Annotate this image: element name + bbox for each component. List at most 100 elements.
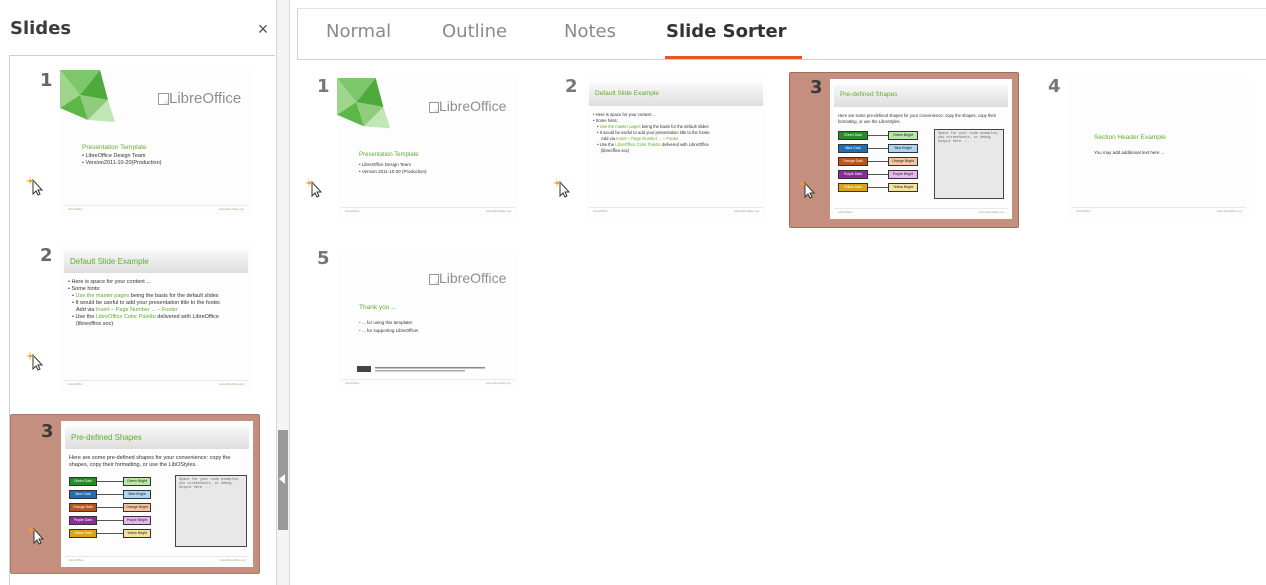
- slide-2-line-3: • Use the master pages being the basis f…: [597, 124, 709, 129]
- slide-number: 2: [565, 76, 578, 97]
- slides-list[interactable]: 1 LibreOffice Presentation Template • Li…: [9, 55, 275, 585]
- slide-3-content: Pre-defined Shapes Here are some pre-def…: [830, 79, 1012, 219]
- shape-orange-dark: Orange Dark: [69, 503, 97, 512]
- slide-thumbnail-1[interactable]: LibreOffice Presentation Template • Libr…: [60, 70, 252, 216]
- sorter-slide-5[interactable]: 5 LibreOffice Thank you ... • ... for us…: [297, 244, 527, 400]
- shape-yellow-bright: Yellow Bright: [888, 183, 918, 192]
- slide-thumbnail-2[interactable]: Default Slide Example • Here is space fo…: [60, 245, 252, 391]
- slide-pane-item-1[interactable]: 1 LibreOffice Presentation Template • Li…: [10, 64, 260, 224]
- chevron-left-icon[interactable]: [279, 474, 285, 484]
- slide-4-content: Section Header Example You may add addit…: [1068, 78, 1250, 218]
- license-badge: [357, 366, 485, 372]
- tab-notes[interactable]: Notes: [564, 21, 616, 42]
- cursor-sparkle-icon: [553, 178, 571, 198]
- slide-2-content: Default Slide Example • Here is space fo…: [585, 78, 767, 218]
- slide-footer: LibreOffice www.libreoffice.org: [341, 379, 515, 387]
- shape-blue-dark: Blue Dark: [838, 144, 868, 153]
- sorter-slide-2[interactable]: 2 Default Slide Example • Here is space …: [545, 72, 775, 228]
- cursor-sparkle-icon: [798, 179, 816, 199]
- slide-4-text: You may add additional text here ...: [1094, 150, 1165, 155]
- shape-orange-bright: Orange Bright: [123, 503, 151, 512]
- shape-yellow-bright: Yellow Bright: [123, 529, 151, 538]
- cursor-sparkle-icon: [27, 525, 45, 545]
- sorter-thumbnail-5[interactable]: LibreOffice Thank you ... • ... for usin…: [337, 250, 519, 390]
- slide-footer: LibreOffice www.libreoffice.org: [589, 207, 763, 215]
- slide-1-bullet-2: • Version2011-10-20(Production): [82, 160, 162, 166]
- slide-1-content: LibreOffice Presentation Template • Libr…: [337, 78, 519, 218]
- shape-blue-bright: Blue Bright: [123, 490, 151, 499]
- slide-footer: LibreOffice www.libreoffice.org: [834, 208, 1008, 216]
- shape-green-bright: Green Bright: [123, 477, 151, 486]
- slide-3-titlebar: Pre-defined Shapes: [65, 427, 249, 449]
- slide-number: 5: [317, 248, 330, 269]
- slide-pane-item-3[interactable]: 3 Pre-defined Shapes Here are some pre-d…: [10, 414, 260, 574]
- sorter-thumbnail-2[interactable]: Default Slide Example • Here is space fo…: [585, 78, 767, 218]
- slide-2-titlebar: Default Slide Example: [64, 251, 248, 273]
- slide-number: 3: [810, 77, 823, 98]
- code-example-box: Space for your code examples, you screen…: [934, 129, 1004, 199]
- sorter-slide-1[interactable]: 1 LibreOffice Presentation Template • Li…: [297, 72, 527, 228]
- slide-footer: LibreOffice www.libreoffice.org: [341, 207, 515, 215]
- slide-number: 2: [40, 245, 53, 266]
- slide-number: 4: [1048, 76, 1061, 97]
- shape-purple-dark: Purple Dark: [69, 516, 97, 525]
- slides-pane-title: Slides: [10, 18, 72, 39]
- slide-3-intro: Here are some pre-defined shapes for you…: [69, 455, 231, 468]
- cursor-sparkle-icon: [305, 178, 323, 198]
- slide-2-line-4: • It would be useful to add your present…: [597, 130, 711, 135]
- shape-orange-bright: Orange Bright: [888, 157, 918, 166]
- slide-5-bullet-2: • ... for supporting LibreOffice!: [359, 328, 419, 333]
- sorter-thumbnail-3[interactable]: Pre-defined Shapes Here are some pre-def…: [830, 79, 1012, 219]
- slide-2-line-2: • Some hints:: [68, 286, 101, 292]
- slide-5-content: LibreOffice Thank you ... • ... for usin…: [337, 250, 519, 390]
- sorter-thumbnail-4[interactable]: Section Header Example You may add addit…: [1068, 78, 1250, 218]
- slide-3-content: Pre-defined Shapes Here are some pre-def…: [61, 421, 253, 567]
- slide-2-line-5: Add via Insert – Page Number ... – Foote…: [601, 136, 679, 141]
- shape-blue-dark: Blue Dark: [69, 490, 97, 499]
- slide-3-titlebar: Pre-defined Shapes: [834, 85, 1008, 107]
- slide-1-bullet-2: • Version 2011-10-20 (Production): [359, 169, 427, 174]
- slide-2-line-7: (libreoffice.soc): [601, 148, 630, 153]
- slide-2-line-3: • Use the master pages being the basis f…: [72, 293, 219, 299]
- slide-footer: LibreOffice www.libreoffice.org: [64, 205, 248, 213]
- shape-green-dark: Green Dark: [69, 477, 97, 486]
- slide-1-bullet-1: • LibreOffice Design Team: [359, 162, 411, 167]
- tab-slide-sorter[interactable]: Slide Sorter: [666, 21, 787, 42]
- slide-2-line-5: Add via Insert – Page Number ... – Foote…: [76, 307, 178, 313]
- slide-2-line-4: • It would be useful to add your present…: [72, 300, 222, 306]
- shape-green-dark: Green Dark: [838, 131, 868, 140]
- libreoffice-logo: LibreOffice: [429, 270, 506, 286]
- slide-2-titlebar: Default Slide Example: [589, 84, 763, 106]
- sorter-slide-4[interactable]: 4 Section Header Example You may add add…: [1028, 72, 1258, 228]
- tab-normal[interactable]: Normal: [326, 21, 391, 42]
- shape-purple-dark: Purple Dark: [838, 170, 868, 179]
- slide-3-intro: Here are some pre-defined shapes for you…: [838, 113, 997, 124]
- shape-orange-dark: Orange Dark: [838, 157, 868, 166]
- slide-5-title: Thank you ...: [359, 304, 397, 311]
- slide-thumbnail-3[interactable]: Pre-defined Shapes Here are some pre-def…: [61, 421, 253, 567]
- close-icon[interactable]: ×: [254, 20, 272, 38]
- slide-2-line-2: • Some hints:: [593, 118, 618, 123]
- sorter-thumbnail-1[interactable]: LibreOffice Presentation Template • Libr…: [337, 78, 519, 218]
- slide-1-title: Presentation Template: [359, 152, 419, 158]
- slide-footer: LibreOffice www.libreoffice.org: [65, 556, 249, 564]
- slide-1-content: LibreOffice Presentation Template • Libr…: [60, 70, 252, 216]
- sorter-slide-3[interactable]: 3 Pre-defined Shapes Here are some pre-d…: [789, 72, 1019, 228]
- tab-outline[interactable]: Outline: [442, 21, 507, 42]
- shape-green-bright: Green Bright: [888, 131, 918, 140]
- slide-2-content: Default Slide Example • Here is space fo…: [60, 245, 252, 391]
- slide-footer: LibreOffice www.libreoffice.org: [1072, 207, 1246, 215]
- pane-splitter[interactable]: [276, 0, 290, 585]
- slide-1-bullet-1: • LibreOffice Design Team: [82, 153, 146, 159]
- slide-number: 1: [317, 76, 330, 97]
- slide-pane-item-2[interactable]: 2 Default Slide Example • Here is space …: [10, 239, 260, 399]
- shape-purple-bright: Purple Bright: [888, 170, 918, 179]
- slide-2-line-6: • Use the LibreOffice Color Palette deli…: [597, 142, 709, 147]
- cursor-sparkle-icon: [26, 351, 44, 371]
- slide-2-line-7: (libreoffice.soc): [76, 321, 114, 327]
- libreoffice-logo: LibreOffice: [429, 98, 506, 114]
- shape-purple-bright: Purple Bright: [123, 516, 151, 525]
- cursor-sparkle-icon: [26, 176, 44, 196]
- slide-2-line-1: • Here is space for your content ...: [68, 279, 151, 285]
- slide-2-line-6: • Use the LibreOffice Color Palette deli…: [72, 314, 219, 320]
